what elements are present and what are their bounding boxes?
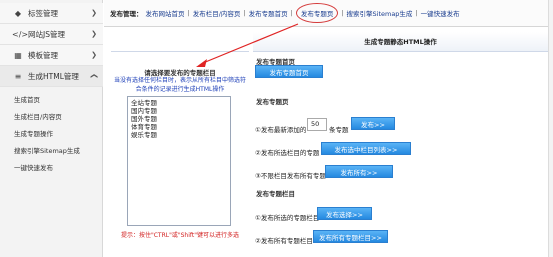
chevron-down-icon: ❯ [91, 30, 97, 38]
sidebar-subitem-home[interactable]: 生成首页 [0, 90, 103, 107]
all-topic-columns-label: ②发布所有专题栏目 [255, 237, 313, 245]
code-icon: </> [12, 29, 29, 39]
sidebar-item-js-management[interactable]: </> 网站JS管理 ❯ [0, 24, 103, 45]
sidebar-item-tag-management[interactable]: ◆ 标签管理 ❯ [0, 3, 103, 24]
topic-option[interactable]: 娱乐专题 [131, 131, 227, 139]
hint-line: 当没有选择任何栏目时，表示从所有栏目中筛选符 [113, 77, 246, 84]
sidebar-item-label: 网站JS管理 [28, 29, 65, 39]
publish-selected-columns-button[interactable]: 发布选中栏目列表>> [321, 142, 411, 155]
publish-selected-button[interactable]: 发布选择>> [317, 207, 372, 220]
publish-all-topic-columns-button[interactable]: 发布所有专题栏目>> [313, 230, 388, 243]
latest-count-input[interactable]: 50 [307, 118, 327, 131]
topic-option[interactable]: 全站专题 [131, 99, 227, 107]
publish-all-button[interactable]: 发布所有>> [325, 165, 393, 178]
separator: | [415, 9, 418, 17]
sidebar-item-label: 模板管理 [28, 50, 58, 60]
template-icon: ▦ [14, 50, 22, 60]
section-topic-column: 发布专题栏目 [256, 190, 295, 198]
pick-topic-hint: 当没有选择任何栏目时，表示从所有栏目中筛选符 合条件的记录进行生成HTML操作 [111, 76, 249, 94]
tab-sitemap[interactable]: 搜索引擎Sitemap生成 [347, 8, 413, 18]
tag-icon: ◆ [14, 8, 22, 18]
chevron-up-icon: ❯ [90, 73, 99, 79]
vertical-scrollbar[interactable] [548, 0, 553, 257]
sidebar-item-template-management[interactable]: ▦ 模板管理 ❯ [0, 45, 103, 66]
topic-option[interactable]: 国外专题 [131, 115, 227, 123]
chevron-down-icon: ❯ [91, 51, 97, 59]
topic-option[interactable]: 国内专题 [131, 107, 227, 115]
publish-latest-button[interactable]: 发布>> [351, 117, 395, 130]
publish-actions-panel: 生成专题静态HTML操作 发布专题首页 发布专题首页 发布专题页 ①发布最新添加… [253, 32, 548, 252]
publish-topic-home-button[interactable]: 发布专题首页 [255, 65, 323, 78]
tab-publish-site-home[interactable]: 发布网站首页 [146, 8, 185, 18]
sidebar-subitem-sitemap[interactable]: 搜索引擎Sitemap生成 [0, 141, 103, 158]
tab-publish-column-content[interactable]: 发布栏目/内容页 [193, 8, 241, 18]
topic-option[interactable]: 体育专题 [131, 123, 227, 131]
selected-topic-column-label: ①发布所选的专题栏目 [255, 214, 320, 222]
section-topic-page: 发布专题页 [256, 98, 289, 106]
chevron-down-icon: ❯ [91, 9, 97, 17]
publish-toolbar: 发布管理： 发布网站首页 | 发布栏目/内容页 | 发布专题首页 | 发布专题页… [104, 0, 553, 27]
tab-publish-topic-page[interactable]: 发布专题页 [295, 3, 339, 23]
selected-column-topics-label: ②发布所选栏目的专题 [255, 149, 320, 157]
sidebar-subitem-special-topic[interactable]: 生成专题操作 [0, 124, 103, 141]
separator: | [187, 9, 190, 17]
topic-multiselect[interactable]: 全站专题 国内专题 国外专题 体育专题 娱乐专题 [127, 96, 231, 226]
all-topics-label: ③不限栏目发布所有专题 [255, 172, 326, 180]
toolbar-label: 发布管理： [110, 10, 143, 18]
tab-publish-topic-home[interactable]: 发布专题首页 [249, 8, 288, 18]
topic-picker-panel: 请选择要发布的专题栏目 当没有选择任何栏目时，表示从所有栏目中筛选符 合条件的记… [111, 32, 249, 252]
sidebar-item-label: 标签管理 [28, 8, 58, 18]
separator: | [341, 9, 344, 17]
panel-header [111, 32, 249, 52]
sidebar-subitem-quick-publish[interactable]: 一键快速发布 [0, 158, 103, 175]
sidebar-subitem-column-content[interactable]: 生成栏目/内容页 [0, 107, 103, 124]
latest-topics-suffix: 条专题 [329, 126, 349, 134]
sidebar-submenu: 生成首页 生成栏目/内容页 生成专题操作 搜索引擎Sitemap生成 一键快速发… [0, 88, 103, 175]
sidebar: ◆ 标签管理 ❯ </> 网站JS管理 ❯ ▦ 模板管理 ❯ ≡ 生成HTML管… [0, 0, 103, 257]
tab-quick-publish[interactable]: 一键快速发布 [421, 8, 460, 18]
multiselect-tip: 提示：按住"CTRL"或"Shift"键可以进行多选 [120, 232, 240, 239]
separator: | [243, 9, 246, 17]
separator: | [290, 9, 293, 17]
panel-title: 生成专题静态HTML操作 [253, 32, 548, 52]
latest-topics-label: ①发布最新添加的 [255, 126, 307, 134]
sidebar-item-label: 生成HTML管理 [28, 71, 79, 81]
hint-line: 合条件的记录进行生成HTML操作 [135, 86, 225, 93]
list-icon: ≡ [14, 71, 22, 81]
sidebar-item-html-management[interactable]: ≡ 生成HTML管理 ❯ [0, 66, 103, 87]
